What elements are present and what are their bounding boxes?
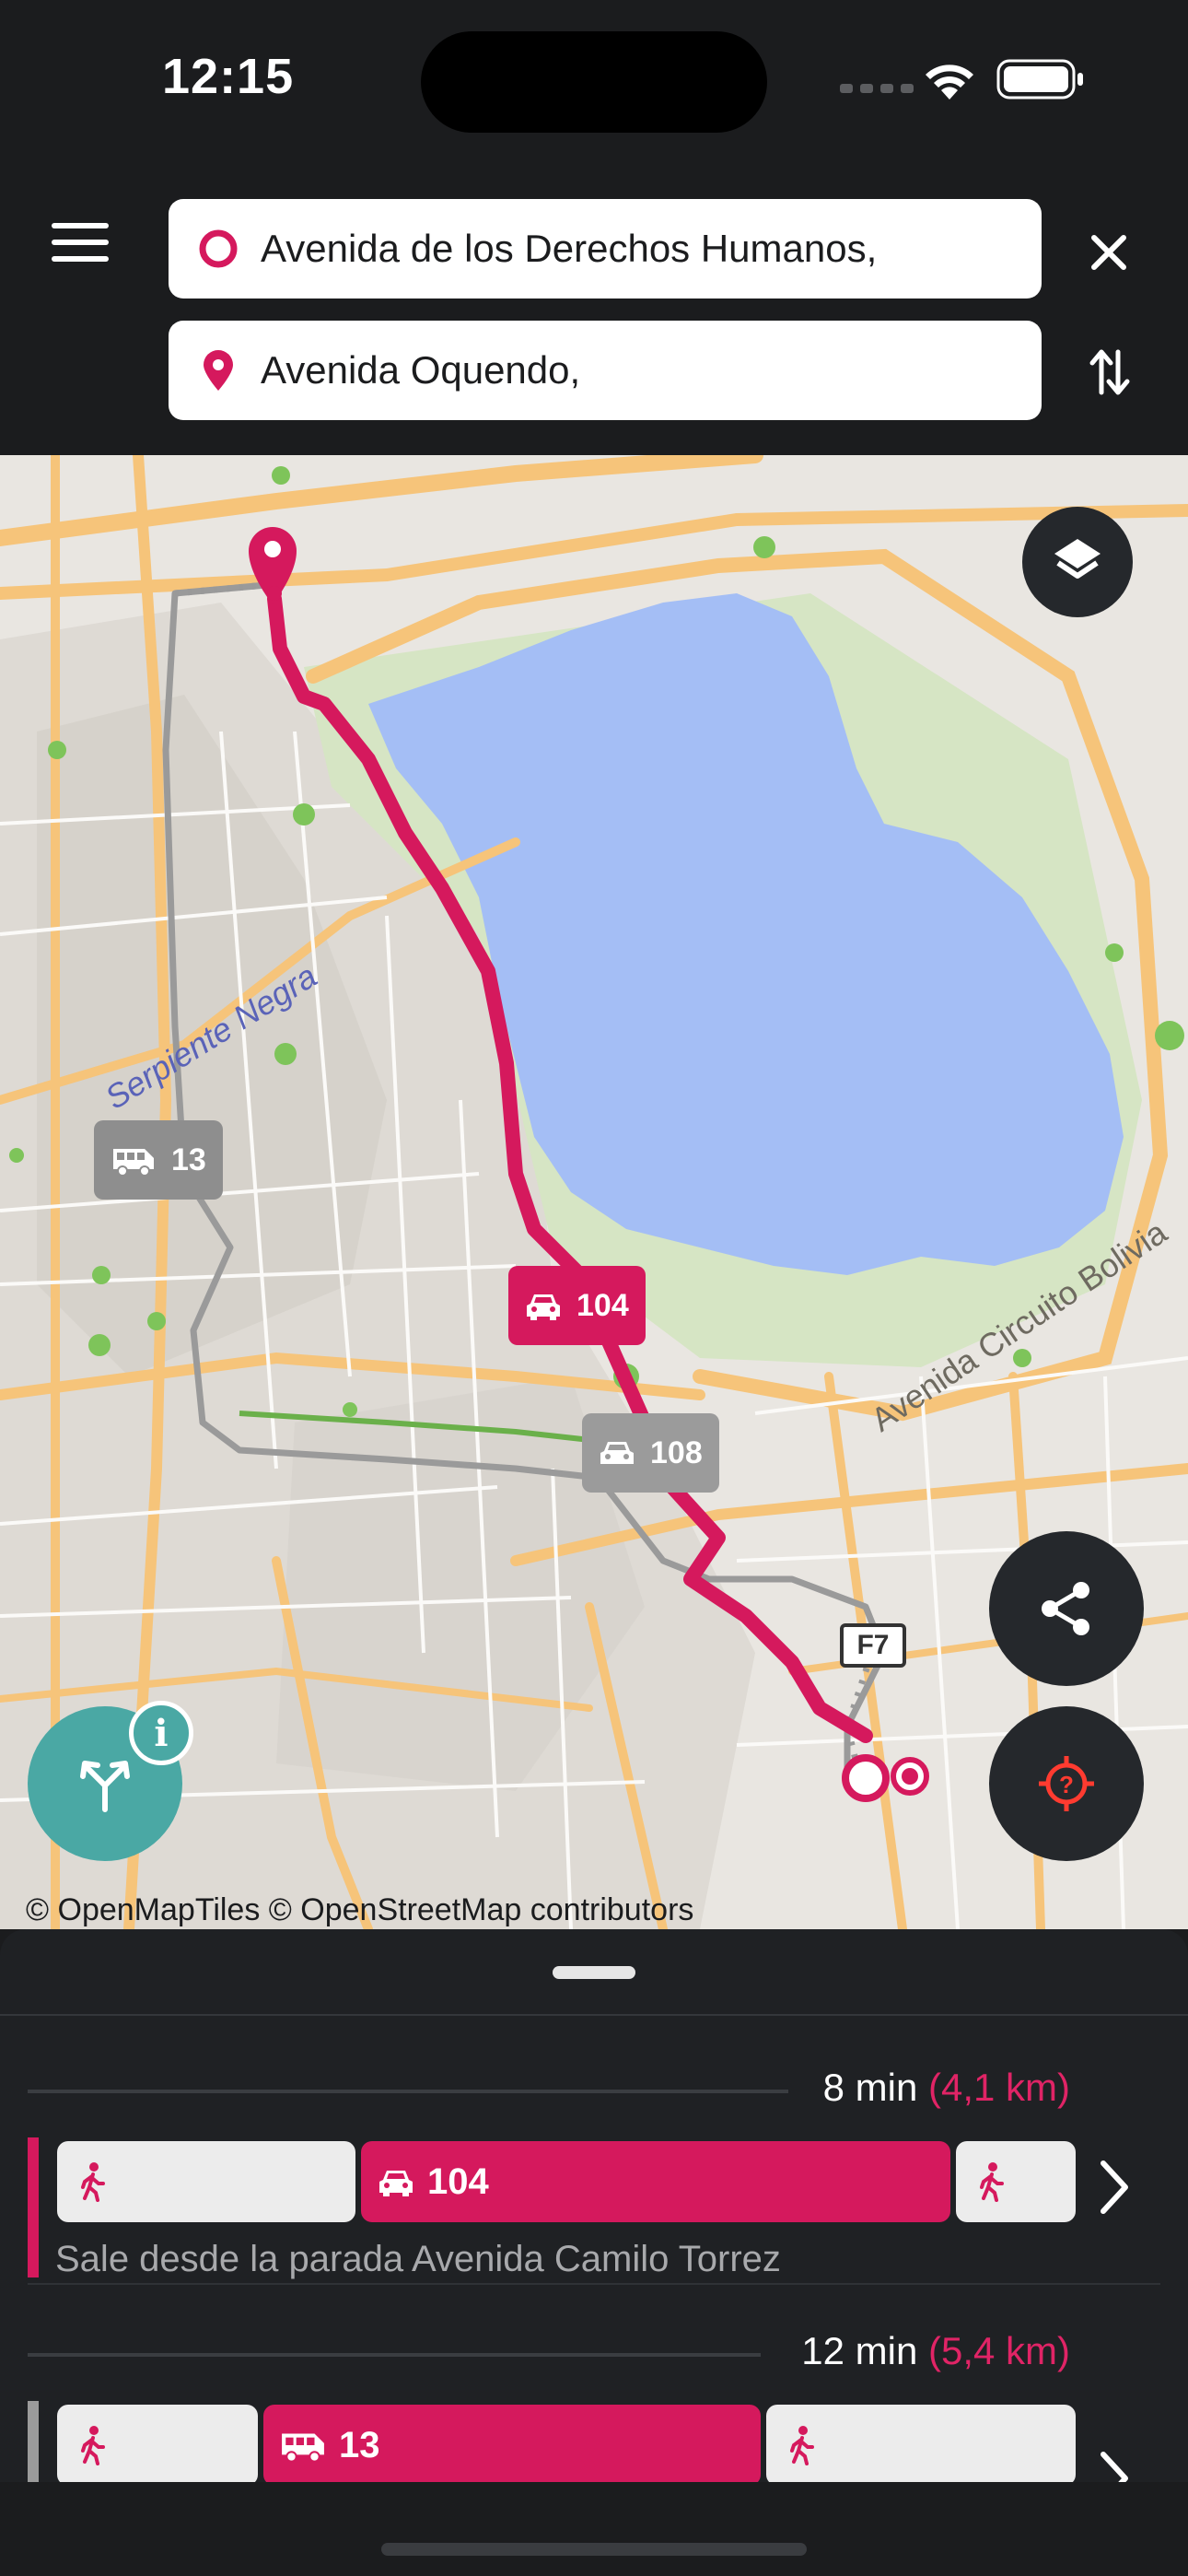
cellular-signal-icon: [840, 84, 914, 93]
share-icon: [1042, 1582, 1089, 1635]
route-option-rule: [28, 2090, 788, 2093]
menu-icon[interactable]: [52, 223, 109, 267]
map-attribution[interactable]: © OpenMapTiles © OpenStreetMap contribut…: [26, 1892, 693, 1928]
route-duration-value: 8 min: [822, 2066, 918, 2109]
layers-button[interactable]: [1022, 507, 1133, 617]
route-badge-108[interactable]: 108: [582, 1413, 719, 1493]
taxi-icon: [527, 1294, 560, 1320]
route-option-rule: [28, 2353, 761, 2357]
route-option-duration: 12 min (5,4 km): [801, 2329, 1070, 2373]
route-segment-walk: [956, 2141, 1076, 2222]
route-badge-108-label: 108: [650, 1434, 703, 1470]
taxi-icon: [379, 2171, 413, 2196]
origin-circle-icon: [199, 229, 238, 268]
route-departure-note: Sale desde la parada Avenida Camilo Torr…: [55, 2239, 781, 2279]
sheet-divider: [0, 2014, 1188, 2016]
status-bar: 12:15: [0, 0, 1188, 157]
route-segment-label: 13: [339, 2424, 380, 2465]
route-segment-transit: 13: [263, 2405, 761, 2486]
walk-icon: [980, 2162, 1004, 2202]
battery-icon: [996, 59, 1083, 100]
taxi-icon: [600, 1442, 634, 1464]
route-badge-13[interactable]: 13: [94, 1120, 223, 1200]
layers-icon: [1054, 539, 1101, 579]
destination-text[interactable]: Avenida Oquendo,: [261, 348, 1025, 392]
route-segment-label: 104: [427, 2160, 489, 2202]
search-header: Avenida de los Derechos Humanos, Avenida…: [0, 157, 1188, 455]
bus-icon: [113, 1149, 154, 1177]
bus-icon: [282, 2433, 324, 2463]
share-button[interactable]: [989, 1531, 1144, 1686]
origin-text[interactable]: Avenida de los Derechos Humanos,: [261, 227, 1025, 271]
sheet-drag-handle[interactable]: [553, 1966, 635, 1979]
info-icon[interactable]: i: [129, 1701, 193, 1765]
home-indicator[interactable]: [381, 2543, 807, 2556]
home-indicator-area: [0, 2482, 1188, 2576]
svg-text:?: ?: [1059, 1771, 1074, 1798]
location-unknown-icon: ?: [1039, 1756, 1094, 1811]
walk-icon: [81, 2162, 105, 2202]
route-segment-walk: [766, 2405, 1076, 2486]
locate-button[interactable]: ?: [989, 1706, 1144, 1861]
route-segment-transit: 104: [361, 2141, 950, 2222]
road-shield: F7: [840, 1623, 906, 1668]
swap-icon[interactable]: [1087, 346, 1133, 398]
route-option-duration: 8 min (4,1 km): [823, 2066, 1070, 2110]
route-distance-value: (4,1 km): [927, 2066, 1070, 2109]
origin-field[interactable]: Avenida de los Derechos Humanos,: [169, 199, 1042, 299]
map-view[interactable]: Serpiente Negra Avenida Circuito Bolivia…: [0, 455, 1188, 1929]
status-time: 12:15: [162, 49, 295, 104]
route-separator: [28, 2283, 1160, 2285]
route-segment-walk: [57, 2405, 258, 2486]
route-badge-104-label: 104: [577, 1287, 629, 1323]
chevron-right-icon[interactable]: [1096, 2158, 1133, 2217]
wifi-icon: [926, 64, 973, 100]
route-accent-bar: [28, 2137, 39, 2277]
destination-field[interactable]: Avenida Oquendo,: [169, 321, 1042, 420]
routes-bottom-sheet: 8 min (4,1 km) 104 Sale desde la parada …: [0, 1929, 1188, 2576]
route-option-card[interactable]: 8 min (4,1 km) 104 Sale desde la parada …: [0, 2049, 1188, 2289]
route-badge-104[interactable]: 104: [508, 1266, 646, 1345]
route-distance-value: (5,4 km): [927, 2329, 1070, 2372]
close-icon[interactable]: [1085, 228, 1133, 276]
destination-pin-icon: [204, 350, 233, 391]
walk-icon: [790, 2426, 814, 2465]
route-duration-value: 12 min: [801, 2329, 918, 2372]
dynamic-island: [421, 31, 767, 133]
route-badge-13-label: 13: [171, 1142, 206, 1177]
route-segment-walk: [57, 2141, 355, 2222]
walk-icon: [81, 2426, 105, 2465]
fork-icon: [80, 1761, 130, 1812]
